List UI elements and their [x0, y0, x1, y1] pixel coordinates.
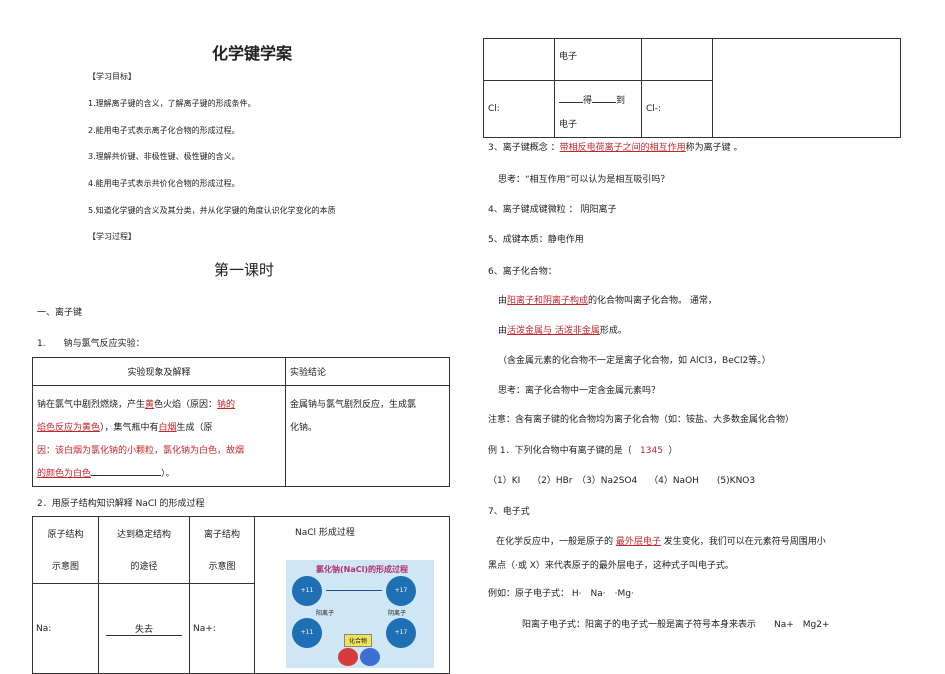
table-header: 实验现象及解释 — [32, 357, 286, 386]
nacl-formation-diagram: 氯化钠(NaCl)的形成过程 +11 +17 阳离子 阴离子 +11 +17 化… — [286, 560, 434, 668]
objective-item: 5.知道化学键的含义及其分类，并从化学键的角度认识化学变化的本质 — [88, 206, 336, 215]
process-heading: 【学习过程】 — [88, 232, 136, 241]
electron-table: 电子 Cl: 得到电子 Cl-: — [483, 38, 901, 138]
table-cell: 得到电子 — [554, 80, 642, 138]
paragraph: 阳离子电子式：阳离子的电子式一般是离子符号本身来表示 Na+ Mg2+ — [522, 620, 830, 630]
table-cell: Cl-: — [641, 80, 713, 138]
na-atom-icon: +11 — [292, 576, 322, 606]
objective-item: 3.理解共价键、非极性键、极性键的含义。 — [88, 152, 240, 161]
table-cell — [641, 38, 713, 81]
table-cell — [712, 38, 901, 138]
paragraph: 例 1．下列化合物中有离子键的是（ 1345） — [488, 446, 678, 456]
table-cell — [483, 38, 555, 81]
table-header: 实验结论 — [285, 357, 450, 386]
cl-ion-icon: +17 — [386, 618, 416, 648]
paragraph: 由活泼金属与 活泼非金属形成。 — [498, 326, 627, 336]
table-cell: 电子 — [554, 38, 642, 81]
item-heading: 2．用原子结构知识解释 NaCl 的形成过程 — [37, 499, 205, 509]
page-title: 化学键学案 — [212, 44, 293, 63]
compound-label: 化合物 — [344, 634, 373, 647]
paragraph: 思考：“相互作用”可以认为是相互吸引吗？ — [498, 175, 670, 185]
paragraph: 4、离子键成键微粒 ： 阴阳离子 — [488, 205, 617, 215]
table-cell: Na+: — [189, 583, 255, 674]
table-header: 离子结构 示意图 — [189, 516, 255, 584]
arrow-icon — [326, 590, 382, 591]
item-heading: 1. 钠与氯气反应实验： — [37, 339, 145, 349]
section-heading: 一、离子键 — [37, 308, 83, 318]
table-cell: Na: — [32, 583, 99, 674]
table-cell: 钠在氯气中剧烈燃烧，产生黄色火焰（原因：钠的 焰色反应为黄色），集气瓶中有白烟生… — [32, 385, 286, 487]
paragraph: 例如：原子电子式： H· Na· ·Mg· — [488, 589, 634, 599]
objective-item: 1.理解离子键的含义，了解离子键的形成条件。 — [88, 99, 256, 108]
paragraph: 3、离子键概念 ：带相反电荷离子之间的相互作用称为离子键 。 — [488, 143, 743, 153]
table-header: 达到稳定结构 的途径 — [98, 516, 190, 584]
cl-ion-icon — [360, 648, 380, 666]
objectives-heading: 【学习目标】 — [88, 72, 136, 81]
paragraph: （含金属元素的化合物不一定是离子化合物，如 AlCl3，BeCl2等。） — [498, 356, 771, 366]
cl-atom-icon: +17 — [386, 576, 416, 606]
paragraph: 在化学反应中，一般是原子的 最外层电子 发生变化，我们可以在元素符号周围用小 — [496, 537, 826, 547]
diagram-label: 阴离子 — [388, 610, 407, 617]
experiment-table: 实验现象及解释 实验结论 钠在氯气中剧烈燃烧，产生黄色火焰（原因：钠的 焰色反应… — [32, 357, 450, 487]
table-cell: 失去 — [98, 583, 190, 674]
paragraph: 思考：离子化合物中一定含金属元素吗？ — [498, 386, 661, 396]
lesson-title: 第一课时 — [214, 261, 275, 279]
paragraph: （1）KI （2）HBr （3）Na2SO4 （4）NaOH (5)KNO3 — [488, 476, 756, 486]
objective-item: 2.能用电子式表示离子化合物的形成过程。 — [88, 126, 240, 135]
table-cell: 金属钠与氯气剧烈反应，生成氯 化钠。 — [285, 385, 450, 487]
table-header: 原子结构 示意图 — [32, 516, 99, 584]
diagram-label: 阳离子 — [316, 610, 335, 617]
diagram-title: 氯化钠(NaCl)的形成过程 — [316, 565, 409, 574]
paragraph: 黑点（·或 X）来代表原子的最外层电子，这种式子叫电子式。 — [488, 561, 734, 571]
paragraph: 由阳离子和阴离子构成的化合物叫离子化合物。 通常， — [498, 296, 717, 306]
table-cell: Cl: — [483, 80, 555, 138]
na-ion-icon — [338, 648, 358, 666]
na-ion-icon: +11 — [292, 618, 322, 648]
paragraph: 注意：含有离子键的化合物均为离子化合物（如：铵盐、大多数金属化合物） — [488, 415, 795, 425]
objective-item: 4.能用电子式表示共价化合物的形成过程。 — [88, 179, 240, 188]
paragraph: 7、电子式 — [488, 507, 530, 517]
paragraph: 6、离子化合物： — [488, 267, 557, 277]
paragraph: 5、成键本质：静电作用 — [488, 235, 584, 245]
